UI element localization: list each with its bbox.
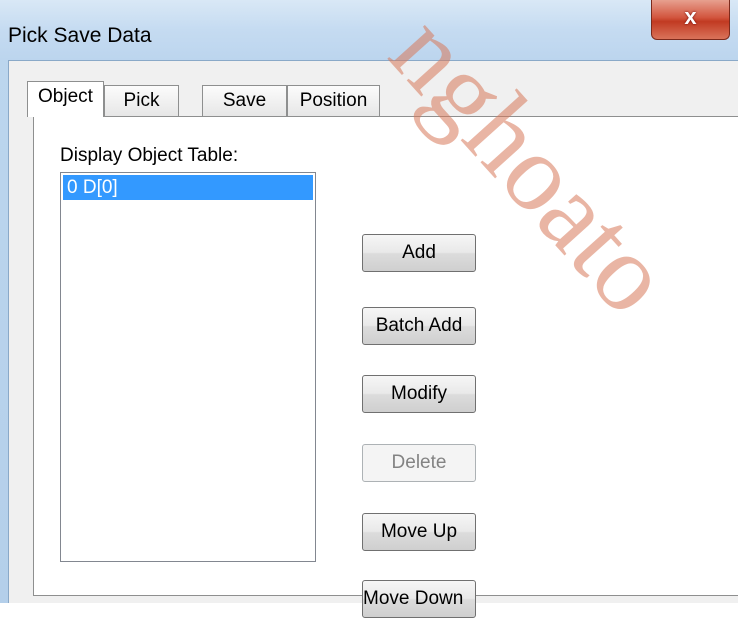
add-button[interactable]: Add — [362, 234, 476, 272]
move-up-button[interactable]: Move Up — [362, 513, 476, 551]
display-object-table[interactable]: 0 D[0] — [60, 172, 316, 562]
display-object-table-label: Display Object Table: — [60, 145, 239, 166]
pick-save-data-dialog: Pick Save Data x Object Pick Save Positi… — [0, 0, 738, 618]
modify-button[interactable]: Modify — [362, 375, 476, 413]
batch-add-button[interactable]: Batch Add — [362, 307, 476, 345]
tab-object[interactable]: Object — [27, 81, 104, 117]
tab-save[interactable]: Save — [202, 85, 287, 116]
window-title: Pick Save Data — [8, 24, 152, 47]
title-bar[interactable]: Pick Save Data x — [0, 0, 738, 60]
move-down-button[interactable]: Move Down — [362, 580, 476, 618]
object-tab-panel: Display Object Table: 0 D[0] Add Batch A… — [33, 116, 738, 618]
delete-button: Delete — [362, 444, 476, 482]
close-button[interactable]: x — [651, 0, 730, 40]
close-icon: x — [684, 4, 697, 29]
list-item[interactable]: 0 D[0] — [63, 175, 313, 200]
tab-pick[interactable]: Pick — [104, 85, 179, 116]
tab-position[interactable]: Position — [287, 85, 380, 116]
dialog-body: Object Pick Save Position Display Object… — [8, 60, 738, 618]
